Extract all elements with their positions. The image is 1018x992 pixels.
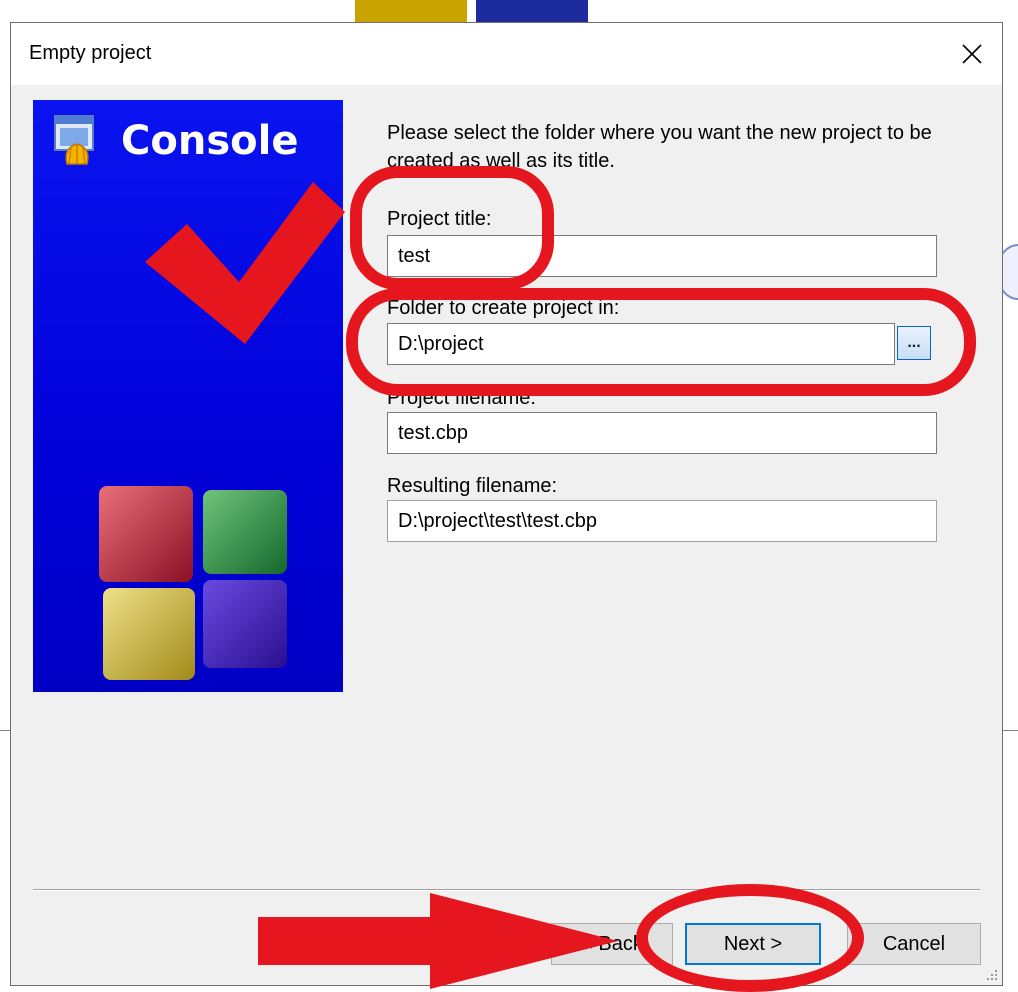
cancel-button[interactable]: Cancel [847, 923, 981, 965]
project-title-input[interactable] [387, 235, 937, 277]
background-strip [476, 0, 588, 24]
resulting-filename-field [387, 500, 937, 542]
project-filename-label: Project filename: [387, 387, 536, 409]
console-app-icon [54, 115, 94, 165]
background-divider [1003, 730, 1018, 731]
footer-separator [33, 889, 980, 891]
wizard-banner: Console [33, 100, 343, 692]
instructions-text: Please select the folder where you want … [387, 122, 932, 172]
browse-folder-button[interactable]: ... [897, 326, 931, 360]
banner-title: Console [121, 118, 299, 164]
folder-label: Folder to create project in: [387, 297, 620, 319]
project-title-label: Project title: [387, 208, 492, 230]
dialog-title: Empty project [29, 42, 152, 64]
background-strip [355, 0, 467, 24]
empty-project-dialog: Empty project Console Please select the … [10, 22, 1003, 986]
back-button[interactable]: < Back [551, 923, 673, 965]
project-filename-input[interactable] [387, 412, 937, 454]
close-icon [962, 44, 982, 64]
cubes-logo-icon [99, 486, 287, 680]
next-button[interactable]: Next > [685, 923, 821, 965]
close-button[interactable] [942, 23, 1002, 85]
background-divider [0, 730, 10, 731]
dialog-titlebar: Empty project [11, 23, 1002, 85]
folder-input[interactable] [387, 323, 895, 365]
resize-grip-icon[interactable] [984, 967, 998, 981]
resulting-filename-label: Resulting filename: [387, 475, 558, 497]
